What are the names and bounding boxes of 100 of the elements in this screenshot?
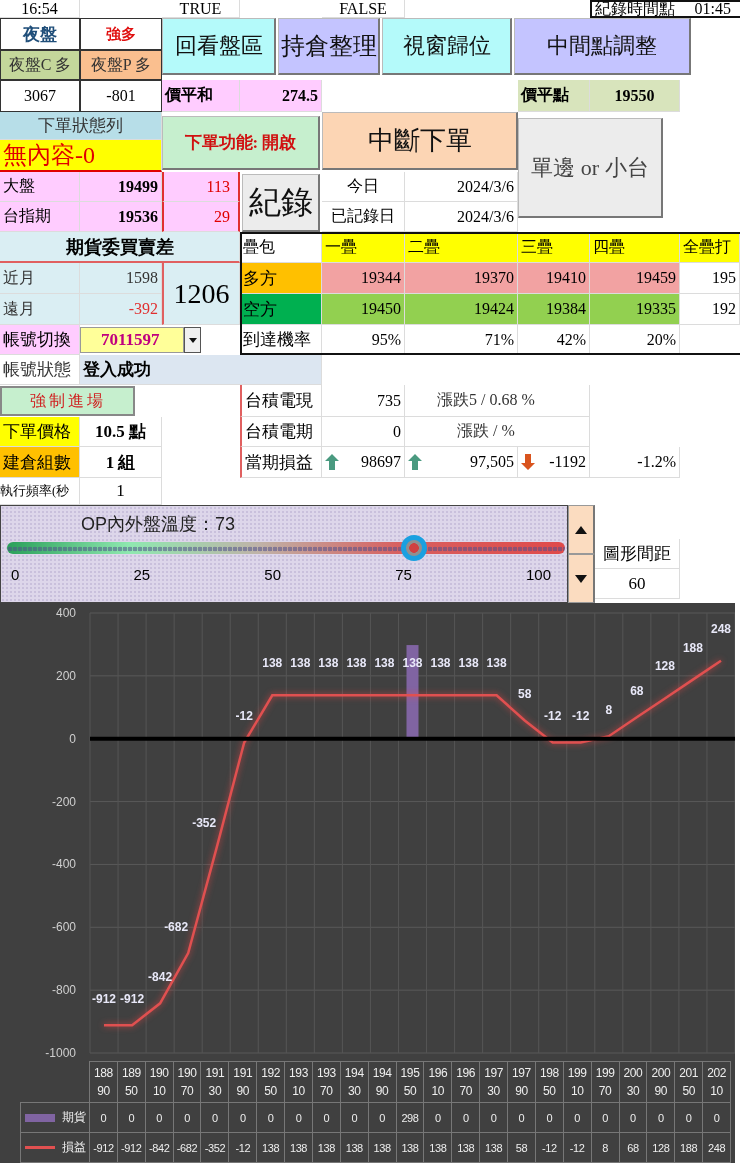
data-label: 138: [318, 656, 339, 671]
layer-value: 19335: [590, 294, 680, 325]
data-label: 68: [630, 684, 644, 699]
category-cell: 19010: [145, 1061, 174, 1103]
value-cell: -682: [173, 1133, 202, 1163]
category-cell: 18890: [90, 1061, 118, 1103]
bid-ask-value: -392: [80, 294, 162, 325]
account-select[interactable]: 7011597: [80, 327, 184, 353]
data-label: 138: [430, 656, 451, 671]
spin-up-button[interactable]: [568, 505, 595, 554]
account-status-value: 登入成功: [80, 355, 322, 385]
value-cell: 68: [619, 1133, 648, 1163]
pnl-value: 98697: [361, 453, 401, 471]
value-cell: 0: [312, 1103, 341, 1133]
value-cell: 0: [285, 1103, 313, 1133]
data-label: 138: [346, 656, 367, 671]
category-cell: 19430: [340, 1061, 369, 1103]
value-cell: 0: [480, 1103, 509, 1133]
down-triangle-icon: [575, 574, 587, 583]
axis-label: 400: [55, 606, 76, 620]
layer-value: 95%: [322, 325, 405, 355]
bid-ask-value: 1598: [80, 263, 162, 294]
value-cell: 0: [340, 1103, 369, 1133]
date-value: 2024/3/6: [405, 172, 518, 202]
value-cell: 138: [368, 1133, 397, 1163]
layer-row-label: 空方: [240, 294, 322, 325]
value-cell: 0: [424, 1103, 453, 1133]
record-button[interactable]: 紀錄: [242, 174, 320, 232]
category-cell: 20090: [647, 1061, 676, 1103]
toolbar-button[interactable]: 中間點調整: [514, 18, 691, 75]
category-cell: 20210: [703, 1061, 731, 1103]
time-cell: 16:54: [0, 0, 80, 18]
category-cell: 19310: [285, 1061, 313, 1103]
category-cell: 19790: [508, 1061, 536, 1103]
layer-value: 42%: [518, 325, 590, 355]
stock-label: 台積電現: [240, 385, 322, 417]
data-label: 248: [710, 621, 731, 636]
value-cell: 0: [535, 1103, 564, 1133]
legend-line-icon: [25, 1146, 55, 1149]
put-label: 夜盤P 多: [80, 50, 162, 80]
data-label: 138: [374, 656, 395, 671]
quote-diff: 113: [162, 172, 240, 202]
toolbar-button[interactable]: 視窗歸位: [382, 18, 512, 75]
data-label: -12: [572, 709, 590, 724]
stock-change: 漲跌5 / 0.68 %: [405, 385, 590, 417]
category-cell: 19490: [368, 1061, 397, 1103]
order-function-button[interactable]: 下單功能: 開啟: [162, 116, 320, 170]
bid-ask-title: 期貨委買賣差: [0, 232, 240, 263]
record-time-label: 紀錄時間點: [595, 0, 675, 19]
value-cell: 0: [591, 1103, 620, 1133]
stock-value: 735: [322, 385, 405, 417]
order-status-title: 下單狀態列: [0, 112, 162, 140]
value-cell: 138: [285, 1133, 313, 1163]
value-cell: 0: [508, 1103, 536, 1133]
value-cell: 0: [90, 1103, 118, 1133]
value-cell: 0: [257, 1103, 286, 1133]
data-label: -912: [92, 992, 117, 1007]
toolbar-button[interactable]: 回看盤區: [162, 18, 276, 75]
category-cell: 18950: [117, 1061, 146, 1103]
tick-label: 0: [11, 566, 20, 583]
value-cell: 0: [563, 1103, 592, 1133]
tick-label: 50: [264, 566, 281, 583]
data-label: -912: [120, 992, 145, 1007]
layer-header: 全疊打: [680, 232, 740, 263]
value-cell: 0: [173, 1103, 202, 1133]
layer-header: 四疊: [590, 232, 680, 263]
value-cell: 0: [619, 1103, 648, 1133]
value-cell: 138: [312, 1133, 341, 1163]
pnl-value: 97,505: [470, 453, 514, 471]
x-tick-label: 19250: [260, 1065, 281, 1100]
data-label: 58: [518, 687, 532, 702]
value-cell: 0: [117, 1103, 146, 1133]
axis-label: -200: [51, 794, 76, 809]
caret-icon: [188, 337, 197, 343]
data-label: -842: [148, 970, 173, 985]
side-button[interactable]: 單邊 or 小台: [518, 118, 663, 218]
value-cell: 0: [368, 1103, 397, 1133]
dropdown-button[interactable]: [184, 327, 201, 353]
layer-value: 19384: [518, 294, 590, 325]
setting-label: 建倉組數: [0, 447, 80, 478]
legend-label: 損益: [62, 1139, 86, 1156]
layer-value: 71%: [405, 325, 518, 355]
category-cell: 19970: [591, 1061, 620, 1103]
category-cell: 19610: [424, 1061, 453, 1103]
force-entry-button[interactable]: 強制進場: [0, 386, 135, 416]
toolbar-button[interactable]: 持倉整理: [278, 18, 380, 75]
stop-order-button[interactable]: 中斷下單: [322, 112, 518, 170]
quote-label: 大盤: [0, 172, 80, 202]
atm-sum-label: 價平和: [162, 80, 240, 112]
spin-down-button[interactable]: [568, 554, 595, 603]
stock-label: 台積電期: [240, 417, 322, 447]
x-tick-label: 19670: [455, 1065, 476, 1100]
value-cell: -842: [145, 1133, 174, 1163]
slider-thumb[interactable]: [401, 535, 428, 561]
atm-point-value: 19550: [590, 80, 680, 112]
down-arrow-icon: [521, 454, 535, 470]
value-cell: 248: [703, 1133, 731, 1163]
value-cell: 0: [647, 1103, 676, 1133]
quote-diff: 29: [162, 202, 240, 232]
data-label: -12: [544, 709, 562, 724]
